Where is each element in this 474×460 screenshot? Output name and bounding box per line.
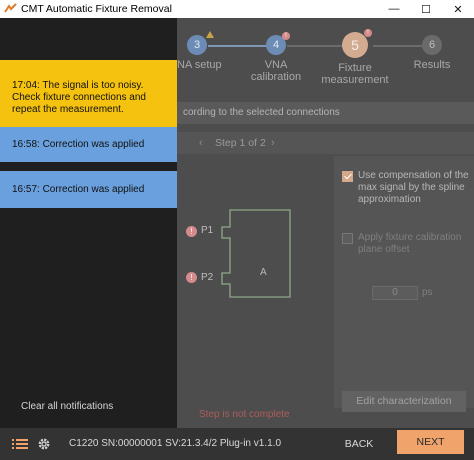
plane-offset-option: Apply fixture calibration plane offset (342, 232, 473, 256)
connection-info-bar: cording to the selected connections (177, 102, 474, 124)
close-button[interactable]: ✕ (442, 0, 474, 18)
alert-badge: ! (282, 32, 290, 40)
window-title: CMT Automatic Fixture Removal (21, 3, 172, 15)
step-label: NA setup (177, 59, 222, 71)
offset-unit-label: ps (422, 287, 433, 298)
substep-label: Step 1 of 2 (215, 137, 266, 149)
maximize-button[interactable]: ☐ (410, 0, 442, 18)
bottom-bar: C1220 SN:00000001 SV:21.3.4/2 Plug-in v1… (0, 428, 474, 460)
step-results[interactable]: 6 Results (412, 35, 452, 71)
port-error-icon: ! (186, 272, 197, 283)
port-error-icon: ! (186, 226, 197, 237)
step-label-line1: Fixture (338, 62, 372, 74)
title-bar: CMT Automatic Fixture Removal — ☐ ✕ (0, 0, 474, 18)
spline-compensation-option[interactable]: Use compensation of the max signal by th… (342, 170, 473, 206)
port-label: P2 (201, 272, 214, 283)
clear-notifications-link[interactable]: Clear all notifications (21, 401, 113, 412)
main-content: 3 NA setup 4 ! VNA calibration 5 ! Fixtu… (177, 18, 474, 428)
cmt-logo-icon (3, 2, 17, 16)
minimize-button[interactable]: — (378, 0, 410, 18)
spline-option-label: Use compensation of the max signal by th… (358, 170, 469, 205)
warning-icon (206, 31, 214, 38)
offset-value-field: 0 (372, 286, 418, 300)
step-fixture-measurement[interactable]: 5 ! Fixture measurement (320, 29, 390, 86)
notification-info[interactable]: 16:58: Correction was applied (0, 127, 177, 162)
step-label-line2: calibration (250, 71, 302, 83)
notifications-list-icon[interactable] (11, 428, 29, 460)
step-na-setup[interactable]: 3 NA setup (177, 31, 222, 71)
options-panel: Use compensation of the max signal by th… (334, 156, 474, 412)
fixture-box-label: A (260, 267, 267, 278)
step-label-line1: VNA (264, 59, 288, 71)
back-button[interactable]: BACK (333, 432, 385, 456)
substep-navigator: ‹ Step 1 of 2 › (177, 132, 474, 154)
gear-icon[interactable] (36, 428, 52, 460)
step-label: Results (413, 59, 451, 71)
next-button[interactable]: NEXT (397, 430, 464, 454)
spline-checkbox[interactable] (342, 171, 353, 182)
plane-offset-label: Apply fixture calibration plane offset (358, 232, 462, 255)
edit-characterization-button[interactable]: Edit characterization (342, 391, 466, 412)
next-substep-icon[interactable]: › (271, 132, 275, 154)
step-status-text: Step is not complete (199, 409, 290, 420)
plane-offset-checkbox (342, 233, 353, 244)
wizard-stepper: 3 NA setup 4 ! VNA calibration 5 ! Fixtu… (177, 18, 474, 104)
notification-panel: 17:04: The signal is too noisy. Check fi… (0, 18, 177, 428)
previous-substep-icon[interactable]: ‹ (199, 132, 203, 154)
alert-badge: ! (364, 29, 372, 37)
fixture-diagram: A ! P1 ! P2 (177, 156, 333, 408)
step-number: 3 (187, 31, 214, 55)
step-number: 5 ! (342, 29, 372, 58)
step-number: 4 ! (266, 32, 290, 55)
device-info: C1220 SN:00000001 SV:21.3.4/2 Plug-in v1… (69, 438, 282, 449)
step-number: 6 (422, 35, 442, 55)
port-label: P1 (201, 225, 214, 236)
notification-info[interactable]: 16:57: Correction was applied (0, 171, 177, 208)
step-vna-calibration[interactable]: 4 ! VNA calibration (248, 32, 304, 83)
step-label-line2: measurement (321, 74, 389, 86)
